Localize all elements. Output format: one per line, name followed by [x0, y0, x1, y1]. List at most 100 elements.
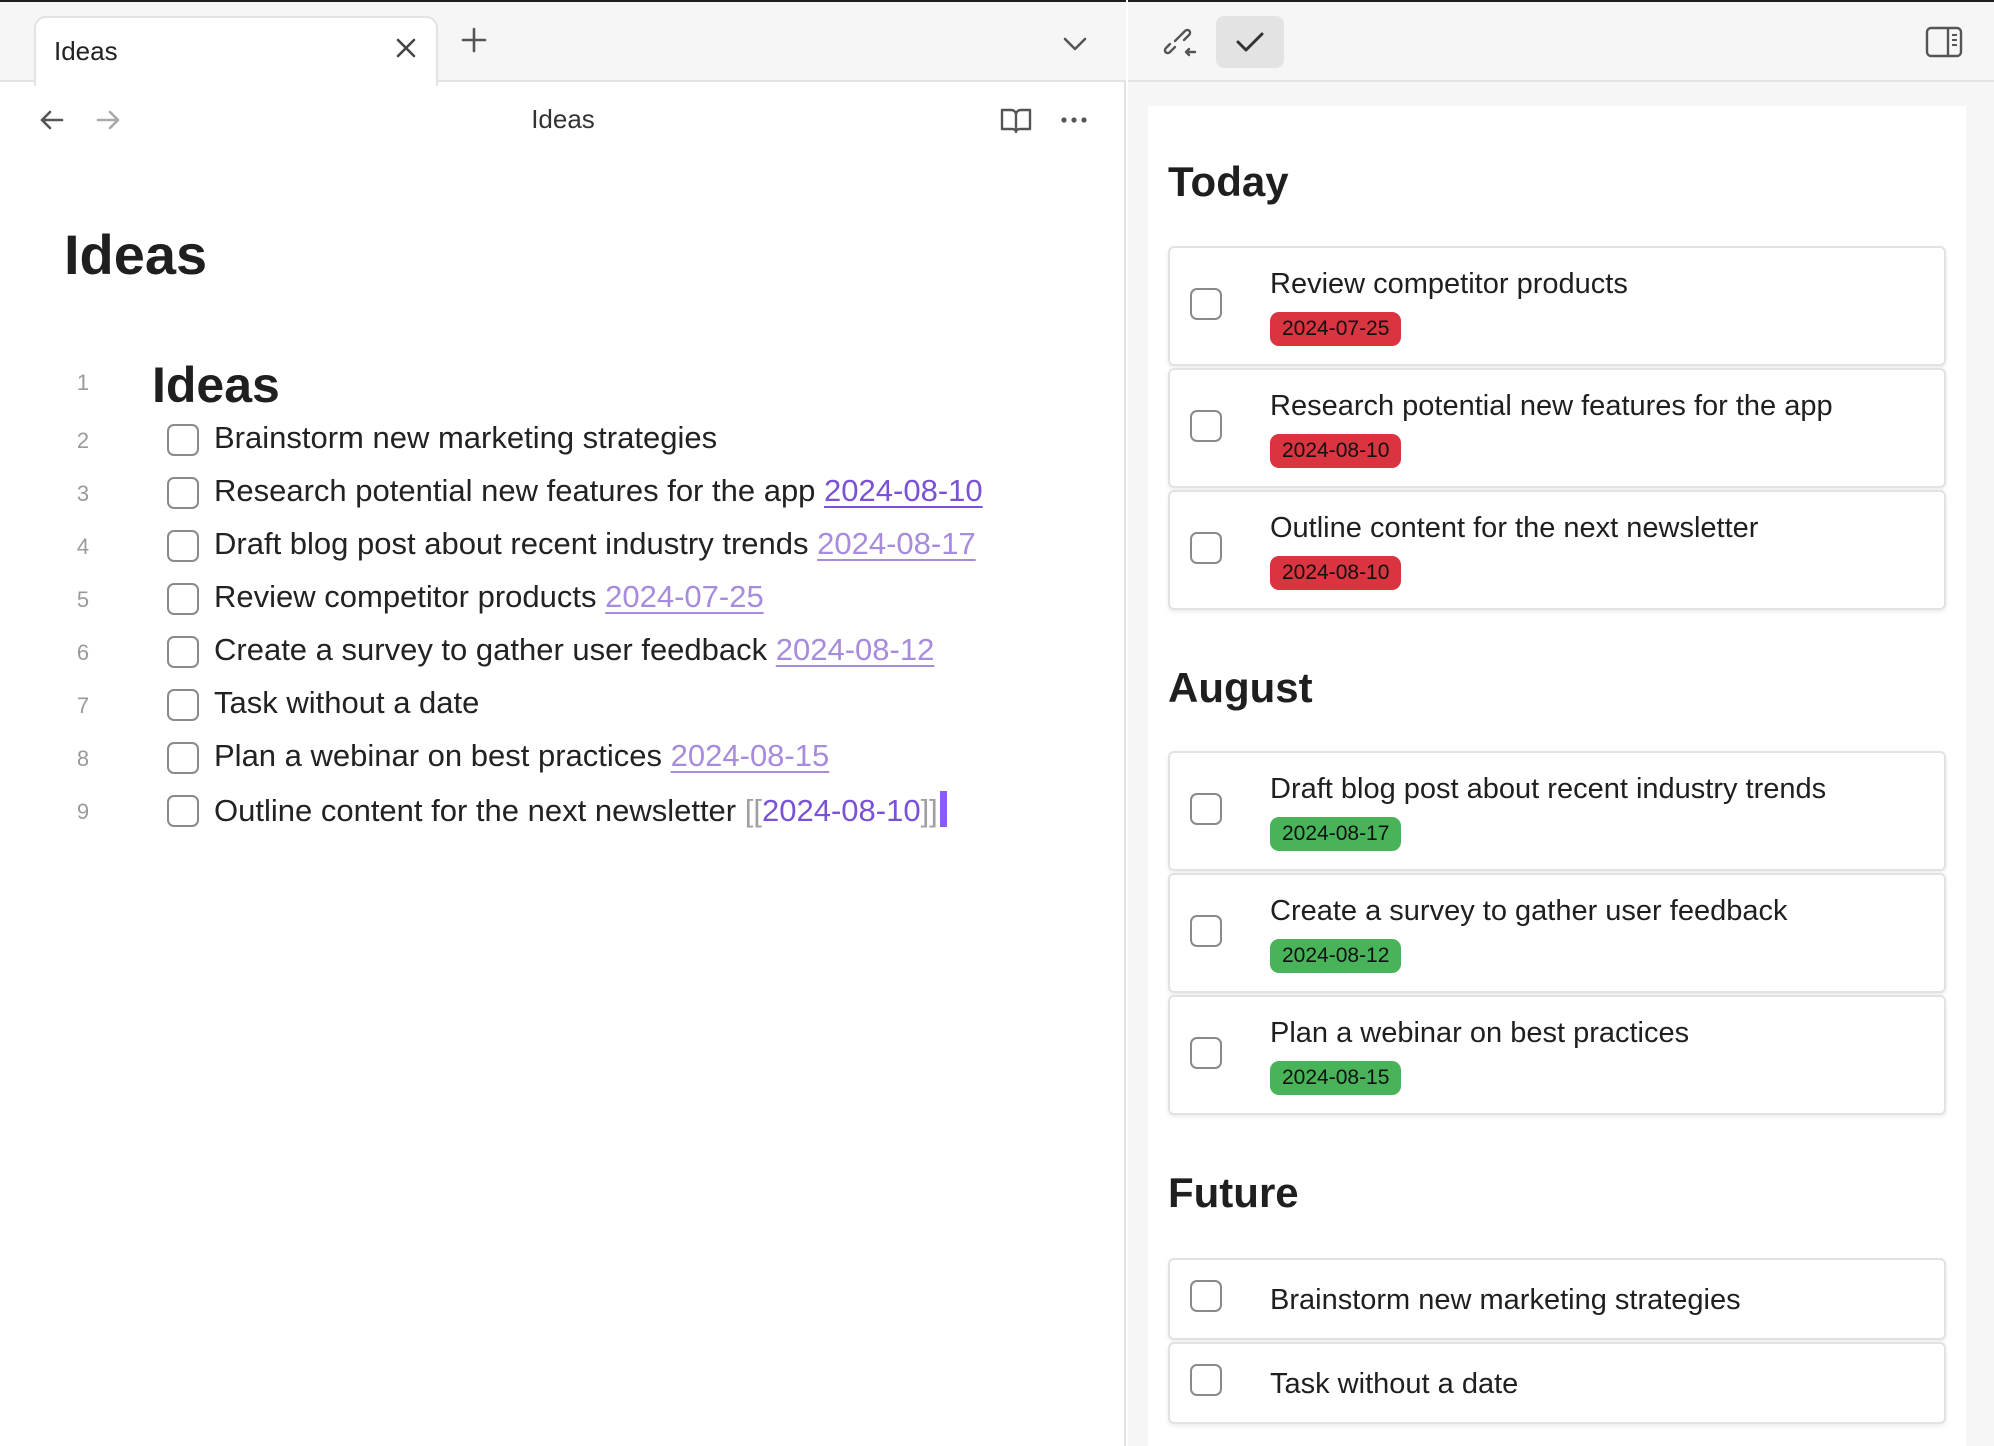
task-card-text: Research potential new features for the … — [1270, 390, 1833, 422]
tab-ideas[interactable]: Ideas — [34, 16, 438, 86]
section-heading-today: Today — [1168, 158, 1289, 205]
heading-text: Ideas — [152, 357, 280, 413]
line-number: 3 — [76, 481, 90, 506]
task-card-text: Draft blog post about recent industry tr… — [1270, 773, 1827, 805]
task-checkbox[interactable] — [167, 583, 199, 615]
task-checkbox[interactable] — [1190, 915, 1222, 947]
due-date-badge: 2024-08-10 — [1270, 556, 1402, 590]
task-checkbox[interactable] — [167, 424, 199, 456]
task-card-text: Create a survey to gather user feedback — [1270, 895, 1788, 927]
due-date-badge: 2024-08-15 — [1270, 1061, 1402, 1095]
task-label: Draft blog post about recent industry tr… — [214, 526, 818, 561]
link-bracket-open: [[ — [744, 793, 762, 828]
editor-task-line[interactable]: 8 Plan a webinar on best practices 2024-… — [0, 732, 1126, 784]
line-number: 8 — [76, 746, 90, 771]
task-label: Outline content for the next newsletter — [214, 793, 745, 828]
task-checkbox[interactable] — [1190, 793, 1222, 825]
task-checkbox[interactable] — [167, 477, 199, 509]
task-checkbox[interactable] — [1190, 1364, 1222, 1396]
task-card[interactable]: Task without a date — [1168, 1342, 1946, 1424]
line-number: 5 — [76, 587, 90, 612]
task-card-text: Review competitor products — [1270, 268, 1628, 300]
view-header: Ideas — [0, 84, 1126, 154]
line-number: 9 — [76, 799, 90, 824]
text-cursor — [939, 791, 947, 827]
due-date-badge: 2024-08-10 — [1270, 434, 1402, 468]
app-window: Ideas Ideas Ideas 1 Ideas 2 Brainstorm n… — [0, 0, 1994, 1446]
editor-task-line[interactable]: 6 Create a survey to gather user feedbac… — [0, 626, 1126, 678]
line-number: 6 — [76, 640, 90, 665]
book-open-icon[interactable] — [998, 102, 1034, 138]
date-link[interactable]: 2024-07-25 — [605, 579, 764, 614]
line-number: 4 — [76, 534, 90, 559]
task-card-text: Outline content for the next newsletter — [1270, 512, 1759, 544]
task-text: Create a survey to gather user feedback … — [214, 632, 934, 668]
date-link[interactable]: 2024-08-15 — [671, 738, 830, 773]
chevron-down-icon[interactable] — [1058, 30, 1092, 58]
task-checkbox[interactable] — [167, 689, 199, 721]
date-link[interactable]: 2024-08-10 — [824, 473, 983, 508]
task-checkbox[interactable] — [1190, 532, 1222, 564]
sidebar-right-icon[interactable] — [1924, 24, 1964, 60]
due-date-badge: 2024-08-17 — [1270, 817, 1402, 851]
editor-task-line[interactable]: 4 Draft blog post about recent industry … — [0, 520, 1126, 572]
line-number: 7 — [76, 693, 90, 718]
task-card[interactable]: Create a survey to gather user feedback … — [1168, 873, 1946, 993]
task-list-view: Today Review competitor products 2024-07… — [1148, 106, 1966, 1446]
editor-task-line[interactable]: 5 Review competitor products 2024-07-25 — [0, 573, 1126, 625]
more-horizontal-icon[interactable] — [1056, 102, 1092, 138]
task-card-text: Plan a webinar on best practices — [1270, 1017, 1690, 1049]
editor-task-line-active[interactable]: 9 Outline content for the next newslette… — [0, 785, 1126, 837]
task-checkbox[interactable] — [1190, 1037, 1222, 1069]
sidebar-pane: Today Review competitor products 2024-07… — [1128, 0, 1994, 1446]
task-checkbox[interactable] — [167, 795, 199, 827]
task-checkbox[interactable] — [1190, 288, 1222, 320]
task-card[interactable]: Research potential new features for the … — [1168, 368, 1946, 488]
task-card[interactable]: Review competitor products 2024-07-25 — [1168, 246, 1946, 366]
due-date-badge: 2024-08-12 — [1270, 939, 1402, 973]
plus-icon[interactable] — [458, 24, 490, 56]
editor-task-line[interactable]: 2 Brainstorm new marketing strategies — [0, 414, 1126, 466]
task-label: Plan a webinar on best practices — [214, 738, 671, 773]
line-number: 2 — [76, 428, 90, 453]
task-checkbox[interactable] — [1190, 410, 1222, 442]
section-heading-august: August — [1168, 664, 1313, 711]
task-text: Task without a date — [214, 685, 479, 721]
task-text: Brainstorm new marketing strategies — [214, 420, 717, 456]
section-heading-future: Future — [1168, 1169, 1299, 1216]
date-link[interactable]: 2024-08-10 — [762, 793, 921, 828]
task-label: Research potential new features for the … — [214, 473, 825, 508]
task-text: Draft blog post about recent industry tr… — [214, 526, 976, 562]
inline-title[interactable]: Ideas — [64, 222, 207, 287]
task-label: Review competitor products — [214, 579, 606, 614]
task-card[interactable]: Plan a webinar on best practices 2024-08… — [1168, 995, 1946, 1115]
editor-pane: Ideas Ideas Ideas 1 Ideas 2 Brainstorm n… — [0, 0, 1126, 1446]
task-card[interactable]: Outline content for the next newsletter … — [1168, 490, 1946, 610]
task-checkbox[interactable] — [167, 742, 199, 774]
sidebar-toolbar — [1128, 0, 1994, 82]
editor-heading-line[interactable]: 1 Ideas — [0, 350, 1126, 416]
task-checkbox[interactable] — [167, 636, 199, 668]
task-card[interactable]: Brainstorm new marketing strategies — [1168, 1258, 1946, 1340]
tab-title: Ideas — [54, 36, 118, 66]
link-backlinks-icon[interactable] — [1158, 22, 1198, 62]
task-card-text: Task without a date — [1270, 1368, 1519, 1400]
date-link[interactable]: 2024-08-12 — [776, 632, 935, 667]
checkmark-icon[interactable] — [1216, 16, 1284, 68]
line-number: 1 — [76, 370, 90, 395]
task-label: Create a survey to gather user feedback — [214, 632, 776, 667]
date-link[interactable]: 2024-08-17 — [817, 526, 976, 561]
due-date-badge: 2024-07-25 — [1270, 312, 1402, 346]
task-text: Outline content for the next newsletter … — [214, 791, 947, 829]
task-card[interactable]: Draft blog post about recent industry tr… — [1168, 751, 1946, 871]
tab-bar: Ideas — [0, 0, 1126, 86]
link-bracket-close: ]] — [920, 793, 938, 828]
editor-task-line[interactable]: 3 Research potential new features for th… — [0, 467, 1126, 519]
task-label: Task without a date — [214, 685, 480, 720]
task-checkbox[interactable] — [167, 530, 199, 562]
task-card-text: Brainstorm new marketing strategies — [1270, 1284, 1741, 1316]
task-checkbox[interactable] — [1190, 1280, 1222, 1312]
close-icon[interactable] — [392, 34, 420, 62]
editor-task-line[interactable]: 7 Task without a date — [0, 679, 1126, 731]
task-label: Brainstorm new marketing strategies — [214, 420, 718, 455]
